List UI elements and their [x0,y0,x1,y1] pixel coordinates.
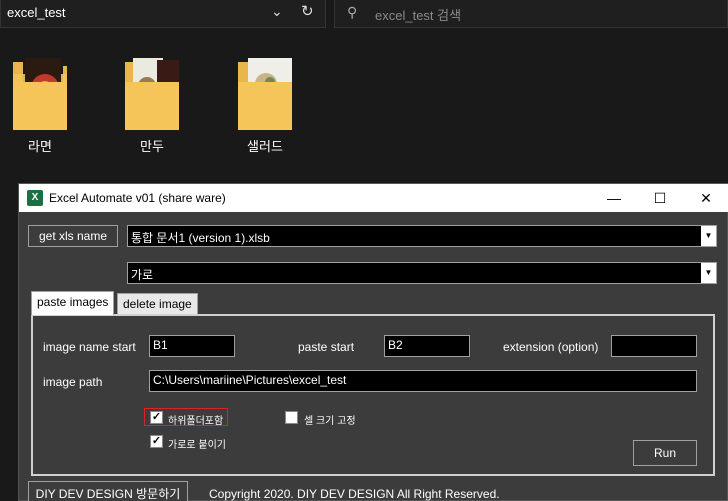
visit-site-button[interactable]: DIY DEV DESIGN 방문하기 [28,481,188,501]
address-text: excel_test [7,5,66,20]
image-name-start-input[interactable]: B1 [149,335,235,357]
fix-cell-size-checkbox[interactable] [285,411,298,424]
file-combo[interactable]: 통합 문서1 (version 1).xlsb ▼ [127,225,717,247]
tab-delete-image[interactable]: delete image [117,293,198,315]
extension-label: extension (option) [503,340,599,354]
fix-cell-size-label: 셀 크기 고정 [304,416,356,427]
extension-input[interactable] [611,335,697,357]
excel-automate-window: X Excel Automate v01 (share ware) — ☐ ✕ … [18,183,728,501]
paste-start-label: paste start [298,340,355,354]
copyright-text: Copyright 2020. DIY DEV DESIGN All Right… [209,487,500,501]
search-icon: ⚲ [347,4,358,20]
include-subfolder-label: 하위폴더포함 [168,416,224,427]
window-title: Excel Automate v01 (share ware) [49,191,226,205]
search-box[interactable]: ⚲ excel_test 검색 [334,0,728,28]
address-bar[interactable]: excel_test ⌄ ↻ [0,0,326,28]
image-path-input[interactable]: C:\Users\mariine\Pictures\excel_test [149,370,697,392]
folder-label: 샐러드 [247,139,283,154]
image-path-label: image path [43,375,103,389]
paste-images-panel: image name start B1 paste start B2 exten… [31,314,715,476]
orientation-combo[interactable]: 가로 ▼ [127,262,717,284]
folder-icon [13,58,67,130]
get-xls-name-button[interactable]: get xls name [28,225,118,247]
file-combo-value: 통합 문서1 (version 1).xlsb [131,231,270,245]
refresh-icon[interactable]: ↻ [301,2,314,20]
include-subfolder-checkbox[interactable]: ✓ [150,411,163,424]
orientation-combo-value: 가로 [131,268,154,282]
paste-horizontal-label: 가로로 붙이기 [168,440,226,451]
folder-icon [238,58,292,130]
maximize-button[interactable]: ☐ [637,184,683,212]
excel-app-icon: X [27,190,43,206]
chevron-down-icon[interactable]: ⌄ [271,3,283,20]
paste-start-input[interactable]: B2 [384,335,470,357]
minimize-button[interactable]: — [591,184,637,212]
folder-salad[interactable]: 샐러드 [225,52,305,155]
folder-label: 라면 [28,139,52,154]
search-input[interactable]: excel_test 검색 [375,5,461,24]
dropdown-arrow-icon[interactable]: ▼ [701,263,716,283]
folder-dumpling[interactable]: 만두 [112,52,192,155]
close-button[interactable]: ✕ [683,184,728,212]
folder-ramen[interactable]: 라면 [0,52,80,155]
run-button[interactable]: Run [633,440,697,466]
paste-horizontal-checkbox[interactable]: ✓ [150,435,163,448]
tab-paste-images[interactable]: paste images [31,291,115,315]
folder-label: 만두 [140,139,164,154]
folder-icon [125,58,179,130]
dropdown-arrow-icon[interactable]: ▼ [701,226,716,246]
image-name-start-label: image name start [43,340,136,354]
title-bar[interactable]: X Excel Automate v01 (share ware) — ☐ ✕ [19,184,728,212]
